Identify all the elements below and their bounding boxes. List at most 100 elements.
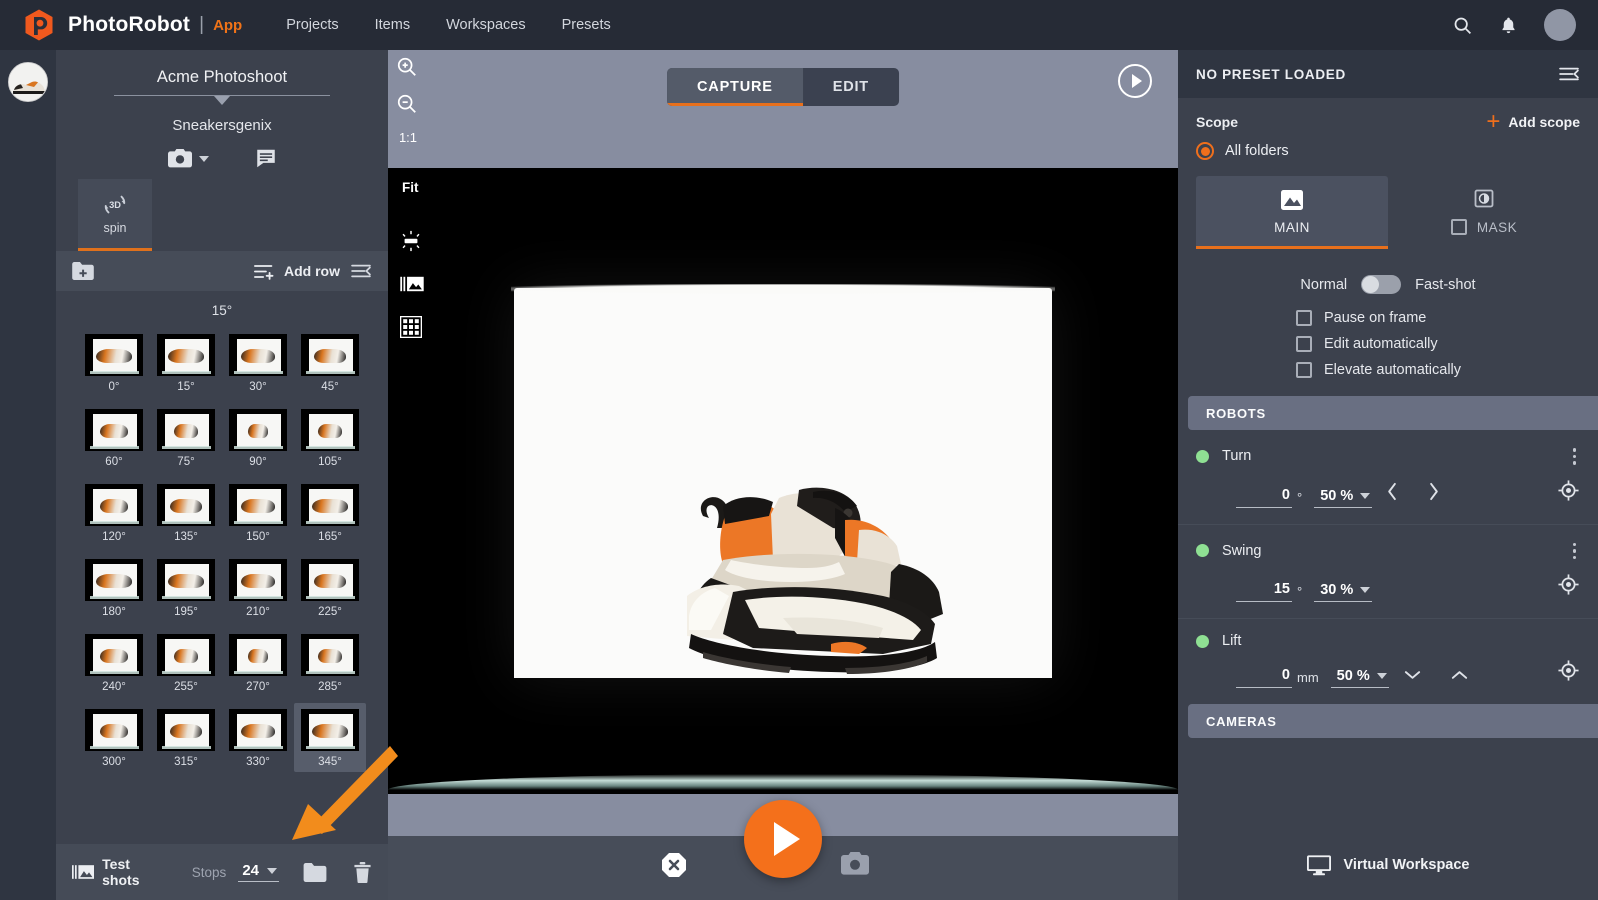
nav-link-workspaces[interactable]: Workspaces: [446, 17, 526, 33]
turn-previous-button[interactable]: [1372, 482, 1413, 508]
preview-play-button[interactable]: [1118, 64, 1152, 98]
turn-next-button[interactable]: [1413, 482, 1454, 508]
thumbnail-cell[interactable]: 105°: [294, 403, 366, 472]
single-shot-button[interactable]: [841, 852, 869, 880]
filmstrip-icon[interactable]: [400, 275, 424, 298]
robot-menu-icon[interactable]: [1569, 539, 1581, 564]
tab-edit[interactable]: EDIT: [803, 68, 899, 106]
app-body: Acme Photoshoot Sneakersgenix 3D spin Ad…: [0, 50, 1598, 900]
fast-shot-toggle[interactable]: [1361, 275, 1402, 294]
open-folder-icon[interactable]: [303, 862, 327, 882]
thumbnail-cell[interactable]: 225°: [294, 553, 366, 622]
tab-mask[interactable]: MASK: [1388, 176, 1580, 249]
checkbox-pause-on-frame[interactable]: Pause on frame: [1296, 310, 1426, 326]
thumbnail-image: [301, 709, 359, 751]
thumbnail-cell[interactable]: 0°: [78, 328, 150, 397]
add-row-button[interactable]: Add row: [254, 263, 340, 280]
turn-speed-select[interactable]: 50 %: [1314, 488, 1373, 508]
lift-height-input[interactable]: 0: [1236, 666, 1292, 688]
thumbnail-cell[interactable]: 120°: [78, 478, 150, 547]
thumbnail-cell[interactable]: 330°: [222, 703, 294, 772]
thumbnail-cell[interactable]: 45°: [294, 328, 366, 397]
scope-label: Scope: [1196, 114, 1239, 130]
thumbnail-cell[interactable]: 30°: [222, 328, 294, 397]
thumbnail-cell[interactable]: 300°: [78, 703, 150, 772]
thumbnail-cell[interactable]: 75°: [150, 403, 222, 472]
comment-icon[interactable]: [255, 148, 277, 169]
thumbnail-label: 315°: [174, 756, 198, 768]
bell-icon[interactable]: [1499, 15, 1518, 36]
nav-link-items[interactable]: Items: [375, 17, 410, 33]
fit-label[interactable]: Fit: [402, 180, 419, 195]
primary-nav: Projects Items Workspaces Presets: [286, 17, 611, 33]
lift-speed-select[interactable]: 50 %: [1330, 668, 1389, 688]
thumbnail-label: 285°: [318, 681, 342, 693]
scope-option-label: All folders: [1225, 143, 1289, 159]
add-folder-icon[interactable]: [72, 262, 94, 280]
thumbnail-scroll-area[interactable]: 15° 0° 15° 30° 45° 60° 75° 90° 105° 120° 135° 150°…: [56, 291, 388, 844]
robot-name: Lift: [1222, 633, 1242, 649]
nav-link-projects[interactable]: Projects: [286, 17, 338, 33]
thumbnail-cell[interactable]: 165°: [294, 478, 366, 547]
checkbox-elevate-automatically[interactable]: Elevate automatically: [1296, 362, 1461, 378]
swing-angle-input[interactable]: 15: [1236, 580, 1292, 602]
zoom-in-icon[interactable]: [396, 56, 418, 83]
lift-home-target-button[interactable]: [1557, 659, 1580, 688]
swing-angle-value: 15: [1273, 581, 1290, 597]
thumbnail-cell[interactable]: 315°: [150, 703, 222, 772]
thumbnail-cell[interactable]: 60°: [78, 403, 150, 472]
scope-option-all-folders[interactable]: All folders: [1178, 130, 1598, 160]
thumbnail-cell[interactable]: 255°: [150, 628, 222, 697]
thumbnail-cell[interactable]: 90°: [222, 403, 294, 472]
user-avatar[interactable]: [1544, 9, 1576, 41]
thumbnail-cell[interactable]: 240°: [78, 628, 150, 697]
swing-home-target-button[interactable]: [1557, 573, 1580, 602]
swing-speed-select[interactable]: 30 %: [1314, 582, 1373, 602]
capture-edit-tabs: CAPTURE EDIT: [667, 68, 899, 106]
item-title[interactable]: Sneakersgenix: [70, 111, 374, 136]
preview-stage[interactable]: Fit: [388, 168, 1178, 794]
grid-overlay-icon[interactable]: [399, 315, 424, 343]
lift-up-button[interactable]: [1436, 668, 1483, 688]
virtual-workspace-button[interactable]: Virtual Workspace: [1178, 830, 1598, 900]
thumbnail-cell[interactable]: 210°: [222, 553, 294, 622]
cancel-button[interactable]: [661, 852, 687, 883]
search-icon[interactable]: [1452, 15, 1473, 36]
turn-angle-input[interactable]: 0: [1236, 486, 1292, 508]
robot-swing: Swing 15 ° 30 %: [1178, 525, 1598, 619]
toggle-knob: [1362, 276, 1380, 293]
tab-capture[interactable]: CAPTURE: [667, 68, 803, 106]
stops-select[interactable]: 24: [238, 862, 279, 882]
robot-menu-icon[interactable]: [1569, 444, 1581, 469]
lighting-icon[interactable]: [400, 230, 424, 257]
lift-down-button[interactable]: [1389, 668, 1436, 688]
capture-type-3d-spin[interactable]: 3D spin: [78, 179, 152, 251]
thumbnail-cell[interactable]: 345°: [294, 703, 366, 772]
nav-link-presets[interactable]: Presets: [562, 17, 611, 33]
add-scope-button[interactable]: + Add scope: [1486, 110, 1580, 134]
item-thumbnail-avatar[interactable]: [8, 62, 48, 102]
thumbnail-cell[interactable]: 150°: [222, 478, 294, 547]
collapse-panel-icon[interactable]: [350, 263, 372, 279]
chevron-down-icon[interactable]: [214, 96, 230, 105]
delete-icon[interactable]: [353, 861, 372, 883]
mask-checkbox[interactable]: [1450, 219, 1467, 235]
thumbnail-cell[interactable]: 285°: [294, 628, 366, 697]
project-title[interactable]: Acme Photoshoot: [70, 64, 374, 95]
zoom-out-icon[interactable]: [396, 93, 418, 120]
checkbox-edit-automatically[interactable]: Edit automatically: [1296, 336, 1438, 352]
tab-main[interactable]: MAIN: [1196, 176, 1388, 249]
thumbnail-cell[interactable]: 15°: [150, 328, 222, 397]
start-capture-button[interactable]: [744, 800, 822, 878]
thumbnail-cell[interactable]: 195°: [150, 553, 222, 622]
thumbnail-cell[interactable]: 135°: [150, 478, 222, 547]
thumbnail-cell[interactable]: 180°: [78, 553, 150, 622]
thumbnail-label: 120°: [102, 531, 126, 543]
zoom-ratio-label[interactable]: 1:1: [397, 130, 417, 145]
collapse-panel-icon[interactable]: [1558, 66, 1580, 82]
test-shots-button[interactable]: Test shots: [72, 856, 166, 888]
turn-home-target-button[interactable]: [1557, 479, 1580, 508]
camera-select-dropdown[interactable]: [167, 149, 209, 168]
thumbnail-cell[interactable]: 270°: [222, 628, 294, 697]
checkbox-icon: [1296, 362, 1312, 378]
